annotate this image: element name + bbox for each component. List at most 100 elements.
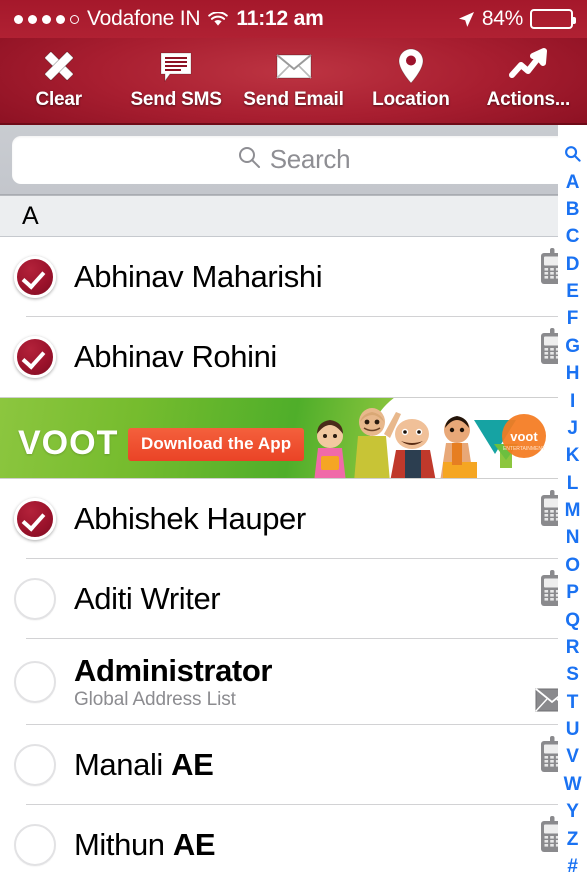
send-sms-button[interactable]: Send SMS [117,38,234,111]
search-icon [237,145,261,174]
contact-first-name: Mithun [74,827,173,863]
status-bar-right: 84% [458,7,576,31]
trending-up-arrow-icon [508,45,548,87]
send-sms-label: Send SMS [130,89,222,110]
contact-checkbox-unselected[interactable] [14,578,56,620]
signal-dot [14,14,23,24]
actions-label: Actions... [486,89,571,110]
index-letter-g[interactable]: G [565,333,580,360]
search-input[interactable]: Search [12,135,575,184]
carrier-name: Vodafone IN [87,7,201,30]
contact-row[interactable]: Administrator Global Address List [0,639,587,725]
contact-checkbox-selected[interactable] [14,256,56,298]
index-letter-h[interactable]: H [566,360,580,387]
index-letter-r[interactable]: R [566,634,580,661]
search-placeholder: Search [269,144,351,174]
index-letter-n[interactable]: N [566,524,580,551]
index-letter-j[interactable]: J [567,415,578,442]
index-letter-i[interactable]: I [570,387,575,414]
index-letter-v[interactable]: V [566,743,579,770]
index-letter-f[interactable]: F [567,305,579,332]
contact-checkbox-unselected[interactable] [14,744,56,786]
contact-name: Abhishek Hauper [74,501,306,537]
contact-name: Administrator [74,652,273,688]
contact-text: Abhinav Maharishi [74,259,517,295]
contact-name: Aditi Writer [74,581,221,617]
contact-name: Abhinav Rohini [74,339,277,375]
voot-ad-banner[interactable]: VOOT Download the App voot ENTERTAINMENT [0,397,560,479]
contact-list: Abhinav Maharishi Abhinav Rohini VOOT Do… [0,237,587,880]
index-letter-z[interactable]: Z [567,825,579,852]
index-letter-m[interactable]: M [565,497,581,524]
clear-label: Clear [35,89,82,110]
location-label: Location [372,89,450,110]
battery-percent: 84% [481,7,523,30]
alphabet-index-bar[interactable]: A B C D E F G H I J K L M N O P Q R S T U V W Y Z # [558,125,587,880]
ad-cta-button[interactable]: Download the App [128,428,305,461]
contact-row[interactable]: Aditi Writer [0,559,587,639]
index-search-icon[interactable] [564,139,581,168]
status-bar: Vodafone IN 11:12 am 84% [0,0,587,38]
index-letter-y[interactable]: Y [566,798,579,825]
contact-row[interactable]: Mithun AE [0,805,587,880]
location-arrow-icon [458,11,475,28]
map-pin-icon [391,45,431,87]
contact-last-name: AE [172,827,216,863]
index-letter-p[interactable]: P [566,579,579,606]
contact-row[interactable]: Abhinav Maharishi [0,237,587,317]
index-letter-d[interactable]: D [566,250,580,277]
speech-bubble-icon [156,45,196,87]
signal-strength-dots [14,14,79,24]
contact-checkbox-unselected[interactable] [14,661,56,703]
index-letter-l[interactable]: L [567,469,579,496]
contact-text: Administrator Global Address List [74,653,517,712]
contact-text: Abhishek Hauper [74,501,517,537]
action-toolbar: Clear Send SMS Send Email Location Actio… [0,38,587,125]
contact-text: Manali AE [74,747,517,783]
search-area: Search [0,125,587,195]
wifi-icon [208,10,229,27]
contact-row[interactable]: Abhinav Rohini [0,317,587,397]
clear-button[interactable]: Clear [0,38,117,111]
contact-name: Manali AE [74,747,517,783]
send-email-button[interactable]: Send Email [235,38,352,111]
index-letter-c[interactable]: C [566,223,580,250]
section-header-label: A [22,201,39,230]
contact-checkbox-selected[interactable] [14,498,56,540]
location-button[interactable]: Location [352,38,469,111]
index-letter-k[interactable]: K [566,442,580,469]
ad-cartoon-characters [300,400,490,478]
contact-checkbox-selected[interactable] [14,336,56,378]
index-letter-u[interactable]: U [566,716,580,743]
signal-dot [42,14,51,24]
close-x-icon [39,45,79,87]
envelope-icon [274,45,314,87]
battery-icon [530,9,576,29]
index-letter-q[interactable]: Q [565,606,580,633]
index-letter-a[interactable]: A [566,168,580,195]
index-letter-o[interactable]: O [565,552,580,579]
contact-name: Abhinav Maharishi [74,259,323,295]
contact-checkbox-unselected[interactable] [14,824,56,866]
contact-row[interactable]: Manali AE [0,725,587,805]
index-letter-b[interactable]: B [566,196,580,223]
status-bar-left: Vodafone IN 11:12 am [14,7,324,31]
actions-button[interactable]: Actions... [470,38,587,111]
svg-text:ENTERTAINMENT: ENTERTAINMENT [503,446,545,452]
contact-text: Abhinav Rohini [74,339,517,375]
index-letter-hash[interactable]: # [567,853,578,880]
index-letter-t[interactable]: T [567,688,579,715]
contact-row[interactable]: Abhishek Hauper [0,479,587,559]
contact-first-name: Manali [74,747,172,783]
contact-last-name: AE [171,747,214,783]
contact-text: Mithun AE [74,827,517,863]
index-letter-w[interactable]: W [564,771,582,798]
voot-logo: voot ENTERTAINMENT [470,410,546,472]
signal-dot [56,14,65,24]
index-letter-s[interactable]: S [566,661,579,688]
contact-text: Aditi Writer [74,581,517,617]
clock: 11:12 am [236,7,324,30]
send-email-label: Send Email [243,89,344,110]
signal-dot [28,14,37,24]
index-letter-e[interactable]: E [566,278,579,305]
